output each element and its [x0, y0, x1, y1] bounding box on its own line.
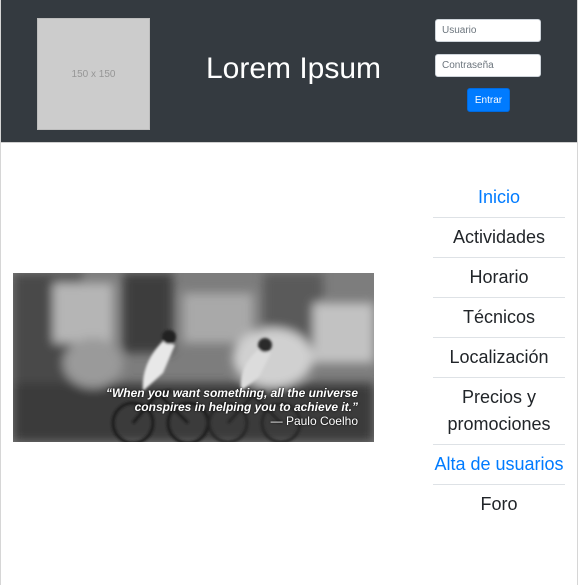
hero-quote: “When you want something, all the univer…	[58, 386, 358, 414]
hero-image-cyclists: “When you want something, all the univer…	[13, 273, 374, 442]
password-input[interactable]	[435, 54, 541, 77]
site-header: 150 x 150 Lorem Ipsum Entrar	[1, 0, 577, 143]
page: 150 x 150 Lorem Ipsum Entrar	[0, 0, 578, 585]
hero-quote-line-2: conspires in helping you to achieve it.”	[134, 400, 358, 414]
nav-item-alta-usuarios[interactable]: Alta de usuarios	[433, 445, 565, 485]
nav-item-precios[interactable]: Precios y promociones	[433, 378, 565, 445]
nav-item-localizacion[interactable]: Localización	[433, 338, 565, 378]
hero-quote-line-1: “When you want something, all the univer…	[105, 386, 358, 400]
nav-item-tecnicos[interactable]: Técnicos	[433, 298, 565, 338]
logo-placeholder-text: 150 x 150	[71, 68, 116, 80]
nav-item-horario[interactable]: Horario	[433, 258, 565, 298]
side-navigation: Inicio Actividades Horario Técnicos Loca…	[433, 178, 565, 524]
login-button[interactable]: Entrar	[467, 88, 510, 112]
hero-quote-author: — Paulo Coelho	[270, 414, 358, 428]
nav-item-actividades[interactable]: Actividades	[433, 218, 565, 258]
nav-item-inicio[interactable]: Inicio	[433, 178, 565, 218]
site-title: Lorem Ipsum	[205, 52, 382, 85]
nav-item-foro[interactable]: Foro	[433, 485, 565, 524]
logo-placeholder-image: 150 x 150	[37, 18, 150, 130]
username-input[interactable]	[435, 19, 541, 42]
